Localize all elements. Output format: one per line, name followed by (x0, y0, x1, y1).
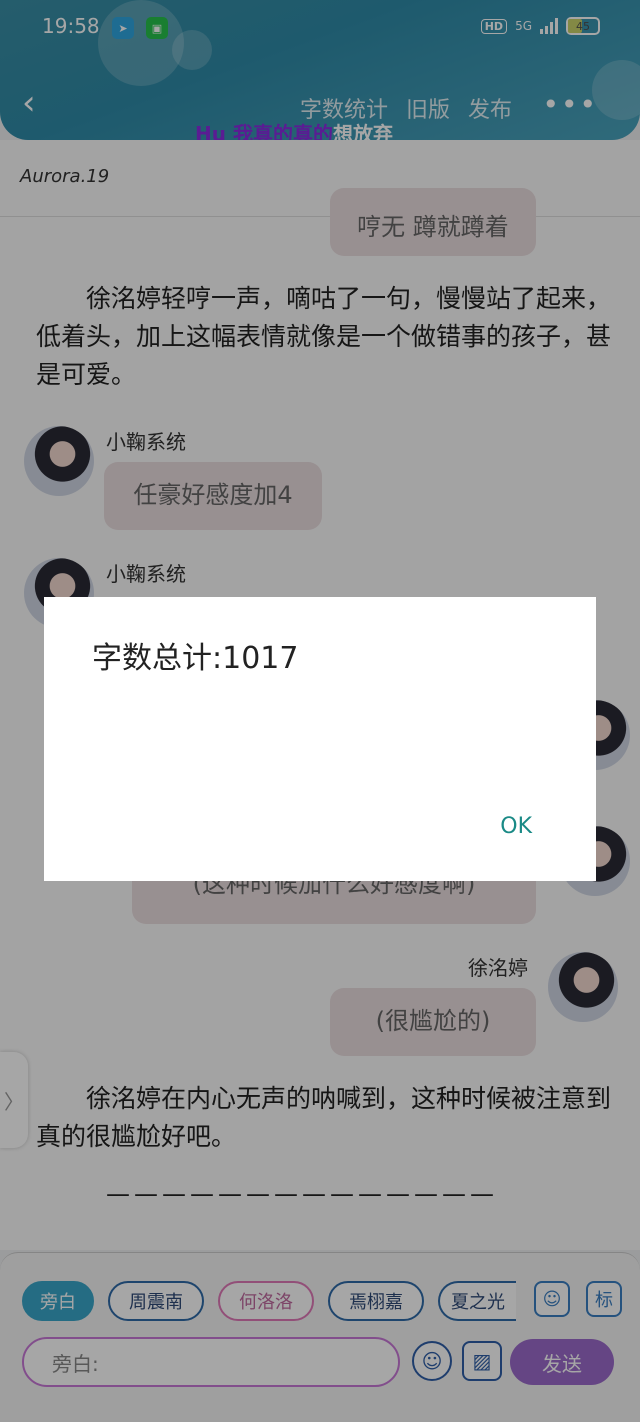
word-count-text: 字数总计:1017 (92, 641, 299, 676)
ok-button[interactable]: OK (500, 814, 532, 839)
word-count-dialog: 字数总计:1017 OK (44, 597, 596, 881)
